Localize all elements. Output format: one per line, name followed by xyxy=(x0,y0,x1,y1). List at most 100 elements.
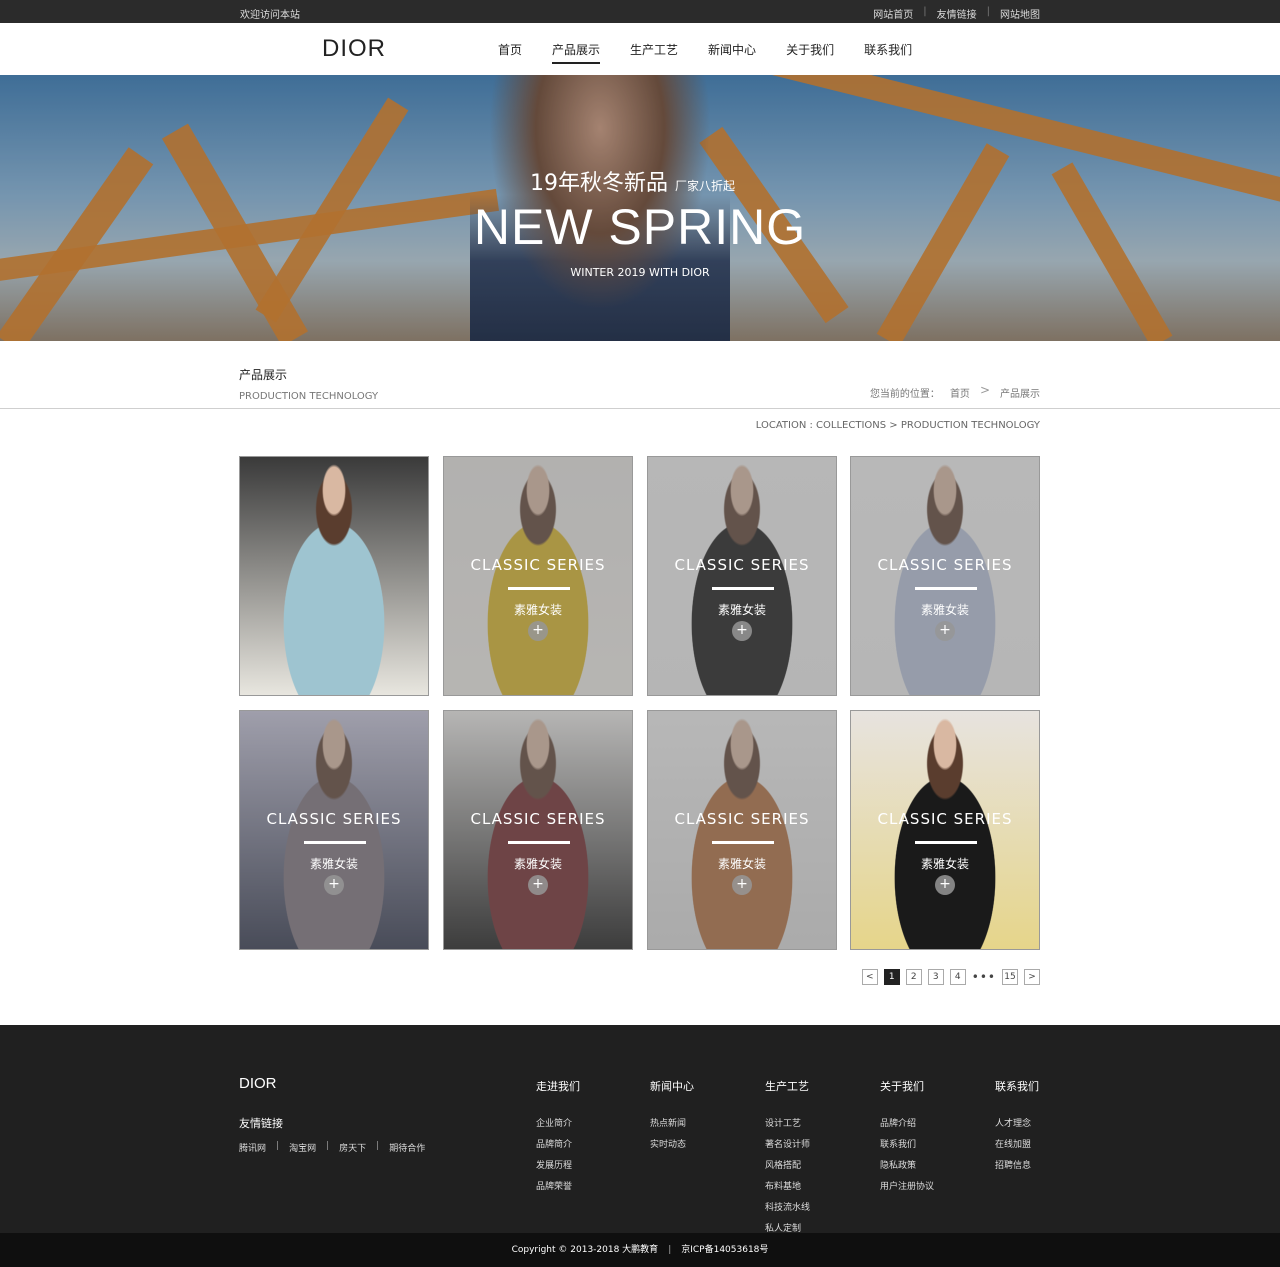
product-card[interactable]: CLASSIC SERIES 素雅女装 + xyxy=(443,710,633,950)
series-subtitle: 素雅女装 xyxy=(920,857,969,871)
product-card[interactable] xyxy=(239,456,429,696)
series-title: CLASSIC SERIES xyxy=(470,810,606,828)
underline-bar xyxy=(508,587,570,590)
series-subtitle: 素雅女装 xyxy=(513,603,562,617)
main-nav: 首页 产品展示 生产工艺 新闻中心 关于我们 联系我们 xyxy=(498,41,942,64)
footer-column-title: 新闻中心 xyxy=(650,1080,694,1093)
hero-banner: 19年秋冬新品 厂家八折起 NEW SPRING WINTER 2019 WIT… xyxy=(0,75,1280,341)
top-link-friends[interactable]: 友情链接 xyxy=(927,6,987,21)
plus-icon[interactable]: + xyxy=(732,621,752,641)
footer-link[interactable]: 联系我们 xyxy=(880,1137,934,1150)
nav-item-process[interactable]: 生产工艺 xyxy=(630,41,678,64)
banner-title-cn: 19年秋冬新品 xyxy=(530,171,668,196)
footer-link[interactable]: 布料基地 xyxy=(765,1179,810,1192)
series-subtitle: 素雅女装 xyxy=(309,857,358,871)
top-links: 网站首页 | 友情链接 | 网站地图 xyxy=(863,6,1040,21)
copyright-text: Copyright © 2013-2018 大鹏教育 xyxy=(511,1245,659,1255)
nav-item-home[interactable]: 首页 xyxy=(498,41,522,64)
friend-link[interactable]: 腾讯网 xyxy=(239,1141,276,1154)
series-title: CLASSIC SERIES xyxy=(877,810,1013,828)
series-subtitle: 素雅女装 xyxy=(513,857,562,871)
series-title: CLASSIC SERIES xyxy=(877,556,1013,574)
section-divider xyxy=(0,408,1280,409)
footer-column: 走进我们 企业简介 品牌简介 发展历程 品牌荣誉 xyxy=(536,1078,580,1200)
banner-headline: NEW SPRING xyxy=(473,199,807,255)
page-15[interactable]: 15 xyxy=(1002,969,1018,985)
footer-link[interactable]: 风格搭配 xyxy=(765,1158,810,1171)
footer-link[interactable]: 发展历程 xyxy=(536,1158,580,1171)
footer-link[interactable]: 品牌介绍 xyxy=(880,1116,934,1129)
footer-link[interactable]: 品牌荣誉 xyxy=(536,1179,580,1192)
series-title: CLASSIC SERIES xyxy=(674,556,810,574)
product-card[interactable]: CLASSIC SERIES 素雅女装 + xyxy=(850,456,1040,696)
footer-logo[interactable]: DIOR xyxy=(239,1075,277,1092)
footer-link[interactable]: 在线加盟 xyxy=(995,1137,1039,1150)
nav-item-contact[interactable]: 联系我们 xyxy=(864,41,912,64)
page-1[interactable]: 1 xyxy=(883,969,900,985)
footer-link[interactable]: 品牌简介 xyxy=(536,1137,580,1150)
site-header: DIOR 首页 产品展示 生产工艺 新闻中心 关于我们 联系我们 xyxy=(0,23,1280,75)
breadcrumb-label: 您当前的位置： xyxy=(869,389,940,400)
breadcrumb-separator: > xyxy=(979,383,990,397)
breadcrumb-current: 产品展示 xyxy=(1000,389,1040,400)
footer-link[interactable]: 热点新闻 xyxy=(650,1116,694,1129)
page-2[interactable]: 2 xyxy=(905,969,922,985)
underline-bar xyxy=(915,587,977,590)
series-subtitle: 素雅女装 xyxy=(717,857,766,871)
plus-icon[interactable]: + xyxy=(935,875,955,895)
footer-column: 关于我们 品牌介绍 联系我们 隐私政策 用户注册协议 xyxy=(880,1078,934,1200)
site-footer: DIOR 友情链接 腾讯网 | 淘宝网 | 房天下 | 期待合作 走进我们 企业简… xyxy=(0,1025,1280,1234)
product-photo xyxy=(240,457,428,695)
product-card[interactable]: CLASSIC SERIES 素雅女装 + xyxy=(443,456,633,696)
product-photo xyxy=(851,711,1039,949)
product-card[interactable]: CLASSIC SERIES 素雅女装 + xyxy=(239,710,429,950)
plus-icon[interactable]: + xyxy=(732,875,752,895)
footer-column: 联系我们 人才理念 在线加盟 招聘信息 xyxy=(995,1078,1039,1179)
logo[interactable]: DIOR xyxy=(322,35,386,63)
series-title: CLASSIC SERIES xyxy=(266,810,402,828)
plus-icon[interactable]: + xyxy=(528,875,548,895)
footer-link[interactable]: 实时动态 xyxy=(650,1137,694,1150)
page-4[interactable]: 4 xyxy=(949,969,966,985)
underline-bar xyxy=(712,587,774,590)
prev-page-button[interactable]: < xyxy=(861,969,878,985)
plus-icon[interactable]: + xyxy=(528,621,548,641)
friend-link[interactable]: 房天下 xyxy=(329,1141,376,1154)
underline-bar xyxy=(304,841,366,844)
top-link-home[interactable]: 网站首页 xyxy=(863,6,923,21)
banner-subline: WINTER 2019 WITH DIOR xyxy=(570,266,710,279)
footer-column: 新闻中心热点新闻实时动态 xyxy=(650,1078,694,1158)
friend-link[interactable]: 淘宝网 xyxy=(279,1141,326,1154)
plus-icon[interactable]: + xyxy=(935,621,955,641)
plus-icon[interactable]: + xyxy=(324,875,344,895)
footer-link[interactable]: 用户注册协议 xyxy=(880,1179,934,1192)
series-subtitle: 素雅女装 xyxy=(920,603,969,617)
footer-link[interactable]: 著名设计师 xyxy=(765,1137,810,1150)
page-3[interactable]: 3 xyxy=(927,969,944,985)
footer-column: 生产工艺 设计工艺 著名设计师 风格搭配 布料基地 科技流水线 私人定制 xyxy=(765,1078,810,1242)
footer-link[interactable]: 设计工艺 xyxy=(765,1116,810,1129)
welcome-text: 欢迎访问本站 xyxy=(240,10,300,21)
next-page-button[interactable]: > xyxy=(1024,969,1040,985)
product-card[interactable]: CLASSIC SERIES 素雅女装 + xyxy=(647,710,837,950)
banner-line1: 19年秋冬新品 厂家八折起 xyxy=(530,165,735,197)
friend-link[interactable]: 期待合作 xyxy=(379,1141,435,1154)
series-title: CLASSIC SERIES xyxy=(674,810,810,828)
pagination: < 1 2 3 4 ••• 15 > xyxy=(861,969,1040,985)
footer-link[interactable]: 企业简介 xyxy=(536,1116,580,1129)
footer-link[interactable]: 科技流水线 xyxy=(765,1200,810,1213)
footer-link[interactable]: 隐私政策 xyxy=(880,1158,934,1171)
footer-link[interactable]: 人才理念 xyxy=(995,1116,1039,1129)
nav-item-news[interactable]: 新闻中心 xyxy=(708,41,756,64)
friend-links-title: 友情链接 xyxy=(239,1117,283,1130)
nav-item-about[interactable]: 关于我们 xyxy=(786,41,834,64)
footer-column-title: 生产工艺 xyxy=(765,1080,809,1093)
product-card[interactable]: CLASSIC SERIES 素雅女装 + xyxy=(647,456,837,696)
footer-link[interactable]: 招聘信息 xyxy=(995,1158,1039,1171)
series-subtitle: 素雅女装 xyxy=(717,603,766,617)
top-link-sitemap[interactable]: 网站地图 xyxy=(990,6,1040,21)
product-card[interactable]: CLASSIC SERIES 素雅女装 + xyxy=(850,710,1040,950)
breadcrumb: 您当前的位置： 首页 > 产品展示 xyxy=(869,383,1040,400)
nav-item-products[interactable]: 产品展示 xyxy=(552,41,601,64)
breadcrumb-home[interactable]: 首页 xyxy=(950,385,970,400)
